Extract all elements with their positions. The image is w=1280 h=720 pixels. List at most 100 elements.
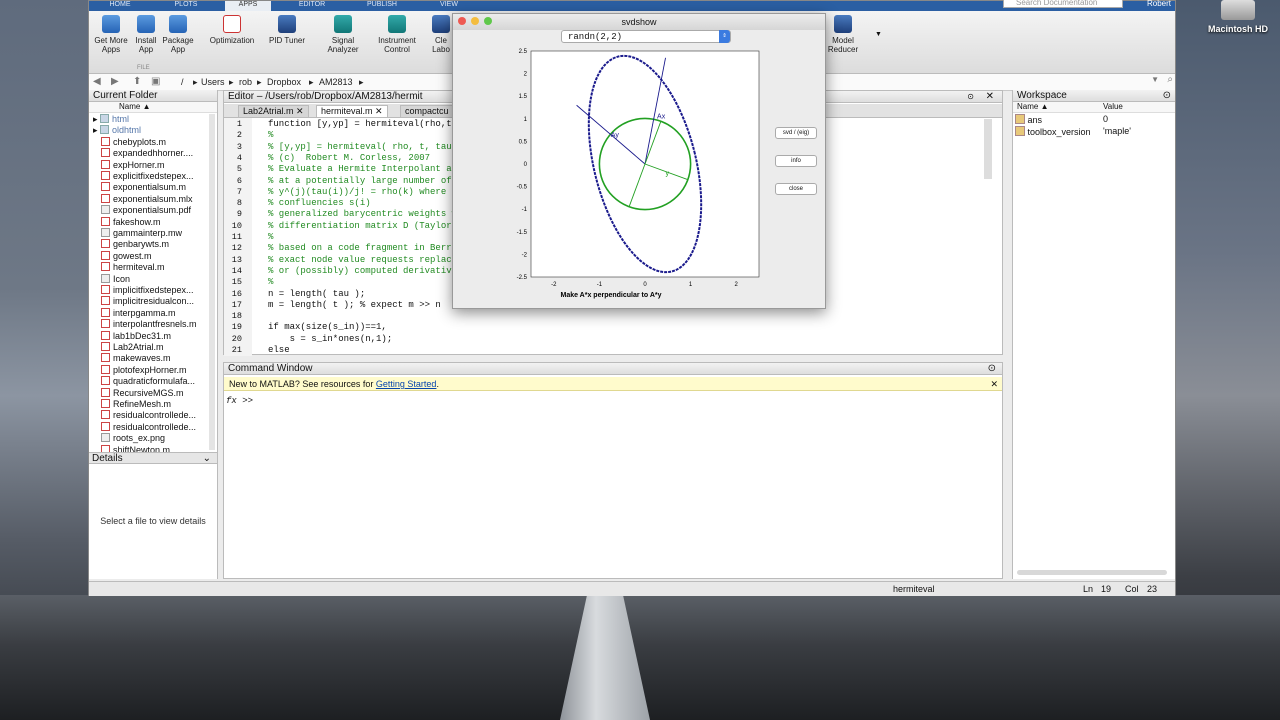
file-item[interactable]: gowest.m — [101, 250, 152, 262]
file-item[interactable]: interpolantfresnels.m — [101, 319, 197, 330]
instrument-control-button[interactable]: Instrument Control — [375, 15, 419, 54]
details-header[interactable]: Details ⌄ — [89, 452, 217, 464]
code-line[interactable]: % differentiation matrix D (Taylor — [268, 221, 452, 232]
code-line[interactable]: else — [268, 345, 290, 356]
tab-view[interactable]: VIEW — [427, 1, 471, 11]
tab-hermiteval[interactable]: hermiteval.m ✕ — [316, 105, 388, 117]
fx-icon[interactable]: fx — [226, 396, 237, 406]
file-item[interactable]: chebyplots.m — [101, 136, 166, 148]
file-item[interactable]: exponentialsum.mlx — [101, 193, 193, 205]
ws-col-name[interactable]: Name ▲ — [1017, 102, 1048, 112]
file-item[interactable]: genbarywts.m — [101, 239, 169, 250]
crumb-root[interactable]: / — [181, 77, 184, 87]
file-item[interactable]: plotofexpHorner.m — [101, 364, 187, 376]
file-item[interactable]: explicitfixedstepex... — [101, 171, 194, 182]
close-button[interactable]: close — [775, 183, 817, 195]
code-line[interactable]: % Evaluate a Hermite Interpolant an — [268, 164, 457, 175]
file-item[interactable]: interpgamma.m — [101, 307, 176, 319]
panel-menu-icon[interactable]: ⊙ — [1163, 90, 1171, 102]
workspace-scrollbar[interactable] — [1017, 570, 1167, 575]
close-tab-icon[interactable]: ✕ — [296, 106, 304, 116]
up-folder-icon[interactable]: ⬆ — [133, 76, 141, 87]
minimize-window-icon[interactable] — [471, 17, 479, 25]
crumb-users[interactable]: Users — [201, 77, 225, 87]
file-item[interactable]: roots_ex.png — [101, 433, 165, 444]
file-item[interactable]: fakeshow.m — [101, 216, 161, 228]
code-line[interactable]: % (c) Robert M. Corless, 2007 — [268, 153, 430, 164]
forward-arrow-icon[interactable]: ▶ — [111, 76, 119, 87]
optimization-app-button[interactable]: Optimization — [207, 15, 257, 45]
panel-menu-icon[interactable]: ⊙ — [988, 363, 996, 375]
crumb-am2813[interactable]: AM2813 — [319, 77, 353, 87]
file-item[interactable]: Lab2Atrial.m — [101, 342, 164, 353]
tab-home[interactable]: HOME — [99, 1, 141, 11]
code-line[interactable]: % at a potentially large number of — [268, 176, 452, 187]
gallery-expand-icon[interactable]: ▼ — [875, 31, 882, 38]
expand-icon[interactable]: ▸ — [93, 125, 100, 135]
getting-started-link[interactable]: Getting Started — [376, 379, 437, 389]
code-line[interactable]: % confluencies s(i) — [268, 198, 371, 209]
command-prompt[interactable]: fx >> — [226, 396, 253, 406]
expand-icon[interactable]: ▸ — [93, 114, 100, 124]
matrix-select[interactable]: randn(2,2) ⇕ — [561, 30, 731, 43]
code-line[interactable]: % [y,yp] = hermiteval( rho, t, tau, — [268, 142, 457, 153]
file-item[interactable]: Icon — [101, 273, 130, 285]
search-documentation-input[interactable]: Search Documentation — [1003, 0, 1123, 8]
close-tab-icon[interactable]: ✕ — [375, 106, 383, 116]
ws-col-value[interactable]: Value — [1103, 102, 1123, 112]
signal-analyzer-button[interactable]: Signal Analyzer — [323, 15, 363, 54]
close-window-icon[interactable] — [458, 17, 466, 25]
file-item[interactable]: RecursiveMGS.m — [101, 387, 184, 399]
file-item[interactable]: implicitresidualcon... — [101, 296, 194, 307]
tab-plots[interactable]: PLOTS — [163, 1, 209, 11]
file-item[interactable]: RefineMesh.m — [101, 399, 171, 410]
close-icon[interactable]: ✕ — [990, 377, 998, 391]
file-item[interactable]: lab1bDec31.m — [101, 330, 171, 342]
code-line[interactable]: % — [268, 232, 273, 243]
code-line[interactable]: % exact node value requests replace — [268, 255, 457, 266]
folder-item[interactable]: ▸ html — [93, 114, 129, 125]
code-line[interactable]: % generalized barycentric weights w — [268, 209, 457, 220]
svd-eig-button[interactable]: svd / (eig) — [775, 127, 817, 139]
package-app-button[interactable]: Package App — [161, 15, 195, 54]
file-item[interactable]: exponentialsum.m — [101, 182, 186, 193]
classification-learner-button[interactable]: Cle Labo — [429, 15, 453, 54]
close-icon[interactable]: ✕ — [986, 91, 994, 103]
file-item[interactable]: quadraticformulafa... — [101, 376, 195, 387]
tab-publish[interactable]: PUBLISH — [357, 1, 407, 11]
workspace-row[interactable]: ans 0 — [1015, 114, 1108, 125]
panel-menu-icon[interactable]: ⊙ — [967, 91, 974, 103]
crumb-rob[interactable]: rob — [239, 77, 252, 87]
tab-compactcu[interactable]: compactcu — [400, 105, 454, 117]
user-menu[interactable]: Robert — [1147, 0, 1171, 8]
file-item[interactable]: exponentialsum.pdf — [101, 205, 191, 216]
pid-tuner-button[interactable]: PID Tuner — [267, 15, 307, 45]
code-line[interactable]: s = s_in*ones(n,1); — [268, 334, 393, 345]
install-app-button[interactable]: Install App — [131, 15, 161, 54]
get-more-apps-button[interactable]: Get More Apps — [93, 15, 129, 54]
tab-apps[interactable]: APPS — [225, 1, 271, 11]
file-item[interactable]: residualcontrollede... — [101, 421, 196, 433]
tab-lab2atrial[interactable]: Lab2Atrial.m ✕ — [238, 105, 309, 117]
code-line[interactable]: % or (possibly) computed derivative — [268, 266, 457, 277]
file-item[interactable]: hermiteval.m — [101, 262, 165, 273]
code-line[interactable]: % — [268, 277, 273, 288]
file-item[interactable]: makewaves.m — [101, 353, 171, 364]
file-item[interactable]: expandedhhorner.... — [101, 148, 193, 159]
name-column-header[interactable]: Name ▲ — [89, 102, 217, 113]
editor-scrollbar[interactable] — [984, 119, 992, 179]
code-line[interactable]: if max(size(s_in))==1, — [268, 322, 387, 333]
address-dropdown-icon[interactable]: ▼ — [1151, 75, 1159, 84]
code-line[interactable]: m = length( t ); % expect m >> n — [268, 300, 441, 311]
file-item[interactable]: expHorner.m — [101, 159, 165, 171]
zoom-window-icon[interactable] — [484, 17, 492, 25]
svd-plot[interactable]: -2 -1 0 1 2 2.5 2 1.5 1 0.5 0 -0.5 -1 -1.5 -2 -2.5 Make … — [493, 47, 803, 307]
file-item[interactable]: gammainterp.mw — [101, 228, 182, 239]
drive-icon[interactable]: Macintosh HD — [1208, 0, 1268, 34]
info-button[interactable]: info — [775, 155, 817, 167]
code-line[interactable]: % based on a code fragment in Berru — [268, 243, 457, 254]
folder-item[interactable]: ▸ oldhtml — [93, 125, 141, 136]
code-line[interactable]: function [y,yp] = hermiteval(rho,t, — [268, 119, 457, 130]
model-reducer-button[interactable]: Model Reducer — [823, 15, 863, 54]
code-line[interactable]: % y^(j)(tau(i))/j! = rho(k) where k — [268, 187, 457, 198]
